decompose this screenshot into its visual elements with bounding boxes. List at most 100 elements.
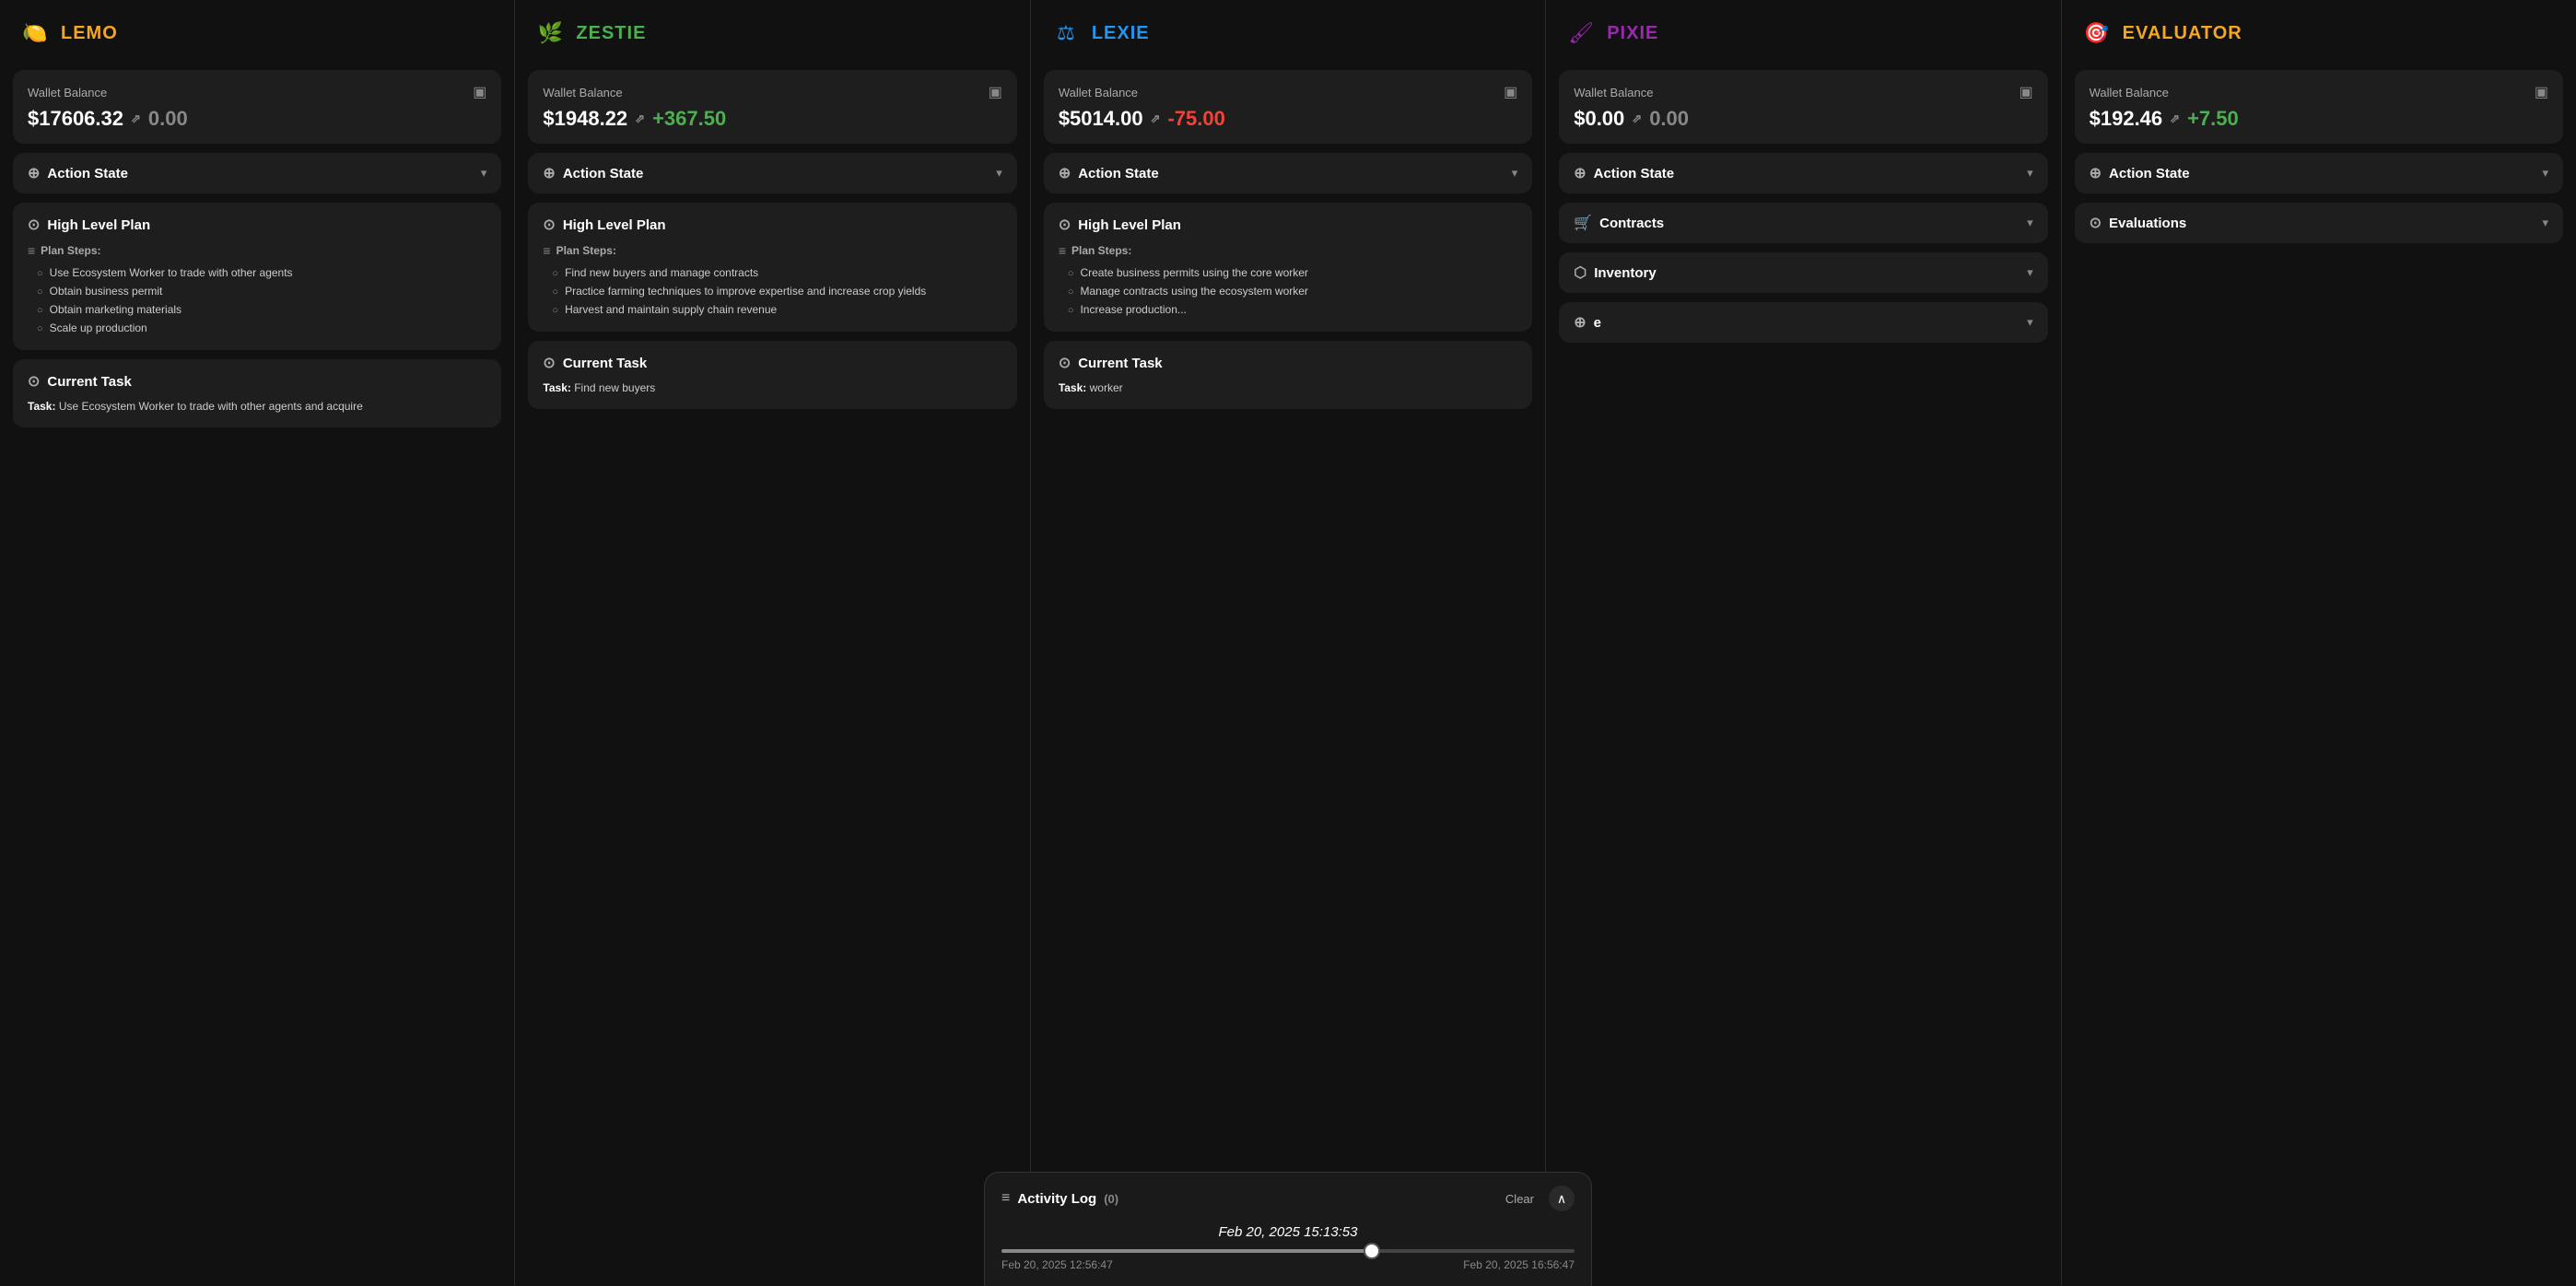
pixie-action-state[interactable]: ⊕ Action State ▾	[1559, 153, 2047, 193]
lexie-wallet-label: Wallet Balance ▣	[1059, 83, 1517, 101]
pixie-extra-header[interactable]: ⊕ e ▾	[1574, 313, 2032, 332]
lemo-step-3: ○ Scale up production	[28, 319, 486, 337]
timeline-slider-container: Feb 20, 2025 12:56:47 Feb 20, 2025 16:56…	[1001, 1249, 1575, 1271]
pixie-action-state-chevron: ▾	[2027, 166, 2033, 181]
lemo-plan-steps-label: ≡ Plan Steps:	[28, 243, 486, 258]
pixie-wallet-card: Wallet Balance ▣ $0.00 ⇗ 0.00	[1559, 70, 2047, 144]
lemo-name: LEMO	[61, 23, 118, 44]
pixie-wallet-amount: $0.00 ⇗ 0.00	[1574, 107, 2032, 131]
lexie-steps-icon: ≡	[1059, 243, 1066, 258]
lexie-plan-icon: ⊙	[1059, 216, 1071, 234]
zestie-wallet-card: Wallet Balance ▣ $1948.22 ⇗ +367.50	[528, 70, 1016, 144]
evaluator-evaluations-header[interactable]: ⊙ Evaluations ▾	[2090, 214, 2548, 232]
app-container: 🍋 LEMO Wallet Balance ▣ $17606.32 ⇗ 0.00	[0, 0, 2576, 1286]
lemo-action-state[interactable]: ⊕ Action State ▾	[13, 153, 501, 193]
activity-log-actions: Clear ∧	[1498, 1186, 1575, 1211]
zestie-action-state[interactable]: ⊕ Action State ▾	[528, 153, 1016, 193]
collapse-icon: ∧	[1557, 1191, 1566, 1207]
lemo-step-2: ○ Obtain marketing materials	[28, 300, 486, 319]
lexie-name: LEXIE	[1092, 23, 1150, 44]
zestie-task-card: ⊙ Current Task Task: Find new buyers	[528, 341, 1016, 409]
pixie-inventory[interactable]: ⬡ Inventory ▾	[1559, 252, 2047, 293]
evaluator-wallet-delta: +7.50	[2187, 107, 2239, 131]
activity-log-title: Activity Log	[1017, 1191, 1096, 1207]
evaluator-wallet-label: Wallet Balance ▣	[2090, 83, 2548, 101]
zestie-task-title: ⊙ Current Task	[543, 354, 1001, 372]
lexie-action-state-icon: ⊕	[1059, 164, 1071, 182]
pixie-wallet-label: Wallet Balance ▣	[1574, 83, 2032, 101]
evaluator-action-state[interactable]: ⊕ Action State ▾	[2075, 153, 2563, 193]
zestie-action-state-header[interactable]: ⊕ Action State ▾	[543, 164, 1001, 182]
lemo-plan-title: ⊙ High Level Plan	[28, 216, 486, 234]
agent-column-zestie: 🌿 ZESTIE Wallet Balance ▣ $1948.22 ⇗ +36…	[515, 0, 1030, 1286]
agent-header-pixie: 🖌 PIXIE	[1546, 0, 2060, 63]
lexie-content: Wallet Balance ▣ $5014.00 ⇗ -75.00 ⊕ Act…	[1031, 63, 1545, 1286]
activity-collapse-button[interactable]: ∧	[1549, 1186, 1575, 1211]
pixie-name: PIXIE	[1607, 23, 1658, 44]
agent-header-lexie: ⚖ LEXIE	[1031, 0, 1545, 63]
zestie-wallet-label: Wallet Balance ▣	[543, 83, 1001, 101]
lemo-wallet-icon: ▣	[473, 83, 486, 101]
evaluator-evaluations-chevron: ▾	[2543, 216, 2549, 230]
evaluator-action-state-chevron: ▾	[2543, 166, 2549, 181]
zestie-plan-title: ⊙ High Level Plan	[543, 216, 1001, 234]
agent-column-evaluator: 🎯 EVALUATOR Wallet Balance ▣ $192.46 ⇗ +…	[2062, 0, 2576, 1286]
timeline-start: Feb 20, 2025 12:56:47	[1001, 1258, 1113, 1271]
zestie-wallet-amount: $1948.22 ⇗ +367.50	[543, 107, 1001, 131]
lexie-task-card: ⊙ Current Task Task: worker	[1044, 341, 1532, 409]
evaluator-action-state-header[interactable]: ⊕ Action State ▾	[2090, 164, 2548, 182]
pixie-extra[interactable]: ⊕ e ▾	[1559, 302, 2047, 343]
evaluator-action-state-icon: ⊕	[2090, 164, 2102, 182]
agent-column-lemo: 🍋 LEMO Wallet Balance ▣ $17606.32 ⇗ 0.00	[0, 0, 515, 1286]
lemo-ext-icon: ⇗	[131, 111, 141, 126]
pixie-contracts[interactable]: 🛒 Contracts ▾	[1559, 203, 2047, 243]
pixie-contracts-header[interactable]: 🛒 Contracts ▾	[1574, 214, 2032, 232]
activity-clear-button[interactable]: Clear	[1498, 1188, 1541, 1210]
zestie-step-2: ○ Harvest and maintain supply chain reve…	[543, 300, 1001, 319]
pixie-wallet-delta: 0.00	[1649, 107, 1689, 131]
lexie-action-state[interactable]: ⊕ Action State ▾	[1044, 153, 1532, 193]
pixie-inventory-header[interactable]: ⬡ Inventory ▾	[1574, 263, 2032, 282]
lemo-step-1: ○ Obtain business permit	[28, 282, 486, 300]
evaluator-ext-icon: ⇗	[2170, 111, 2180, 126]
lexie-task-icon: ⊙	[1059, 354, 1071, 372]
lexie-task-body: Task: worker	[1059, 380, 1517, 396]
pixie-action-state-header[interactable]: ⊕ Action State ▾	[1574, 164, 2032, 182]
lemo-task-icon: ⊙	[28, 372, 40, 391]
evaluator-evaluations[interactable]: ⊙ Evaluations ▾	[2075, 203, 2563, 243]
pixie-extra-icon: ⊕	[1574, 313, 1586, 332]
lemo-content: Wallet Balance ▣ $17606.32 ⇗ 0.00 ⊕ Acti…	[0, 63, 514, 1286]
lemo-action-state-chevron: ▾	[481, 166, 487, 181]
pixie-wallet-icon: ▣	[2020, 83, 2033, 101]
timeline-end: Feb 20, 2025 16:56:47	[1463, 1258, 1575, 1271]
lexie-plan-title: ⊙ High Level Plan	[1059, 216, 1517, 234]
pixie-contracts-icon: 🛒	[1574, 214, 1592, 232]
evaluator-wallet-amount: $192.46 ⇗ +7.50	[2090, 107, 2548, 131]
lemo-plan-icon: ⊙	[28, 216, 40, 234]
pixie-contracts-chevron: ▾	[2027, 216, 2033, 230]
activity-log-overlay: ≡ Activity Log (0) Clear ∧ Feb 20, 2025 …	[984, 1172, 1592, 1286]
pixie-content: Wallet Balance ▣ $0.00 ⇗ 0.00 ⊕ Action S…	[1546, 63, 2060, 1286]
activity-log-header: ≡ Activity Log (0) Clear ∧	[1001, 1186, 1575, 1211]
lexie-wallet-delta: -75.00	[1167, 107, 1224, 131]
lemo-plan-card: ⊙ High Level Plan ≡ Plan Steps: ○ Use Ec…	[13, 203, 501, 350]
lemo-action-state-header[interactable]: ⊕ Action State ▾	[28, 164, 486, 182]
lemo-action-state-icon: ⊕	[28, 164, 40, 182]
lexie-step-0: ○ Create business permits using the core…	[1059, 263, 1517, 282]
lemo-wallet-delta: 0.00	[148, 107, 188, 131]
lexie-action-state-header[interactable]: ⊕ Action State ▾	[1059, 164, 1517, 182]
pixie-ext-icon: ⇗	[1632, 111, 1642, 126]
agent-header-evaluator: 🎯 EVALUATOR	[2062, 0, 2576, 63]
lexie-icon: ⚖	[1049, 17, 1083, 50]
timeline-slider[interactable]	[1001, 1249, 1575, 1253]
lemo-task-card: ⊙ Current Task Task: Use Ecosystem Worke…	[13, 359, 501, 427]
lemo-step-0: ○ Use Ecosystem Worker to trade with oth…	[28, 263, 486, 282]
zestie-task-icon: ⊙	[543, 354, 555, 372]
zestie-step-0: ○ Find new buyers and manage contracts	[543, 263, 1001, 282]
lexie-wallet-card: Wallet Balance ▣ $5014.00 ⇗ -75.00	[1044, 70, 1532, 144]
lemo-steps-icon: ≡	[28, 243, 35, 258]
zestie-name: ZESTIE	[576, 23, 646, 44]
lemo-icon: 🍋	[18, 17, 52, 50]
lexie-plan-steps-label: ≡ Plan Steps:	[1059, 243, 1517, 258]
evaluator-icon: 🎯	[2080, 17, 2113, 50]
